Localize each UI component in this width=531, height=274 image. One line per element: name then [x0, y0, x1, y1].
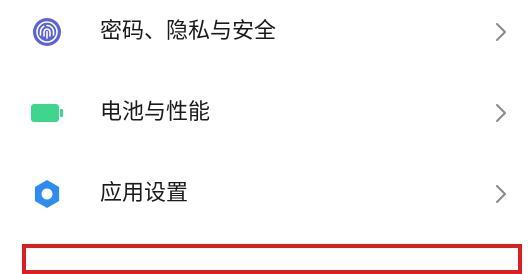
- chevron-right-icon: [496, 185, 506, 203]
- settings-item-battery-performance[interactable]: 电池与性能: [0, 73, 531, 153]
- chevron-right-icon: [496, 104, 506, 122]
- settings-item-label: 电池与性能: [100, 100, 211, 125]
- settings-item-label: 密码、隐私与安全: [100, 19, 277, 44]
- settings-item-privacy-security[interactable]: 密码、隐私与安全: [0, 0, 531, 72]
- highlight-box: [22, 244, 522, 274]
- fingerprint-icon: [29, 14, 65, 50]
- settings-item-app-settings[interactable]: 应用设置: [0, 154, 531, 234]
- battery-icon: [29, 95, 65, 131]
- chevron-right-icon: [496, 23, 506, 41]
- settings-item-label: 应用设置: [100, 181, 189, 206]
- settings-list: 密码、隐私与安全 电池与性能 应用设置: [0, 0, 531, 274]
- gear-icon: [29, 176, 65, 212]
